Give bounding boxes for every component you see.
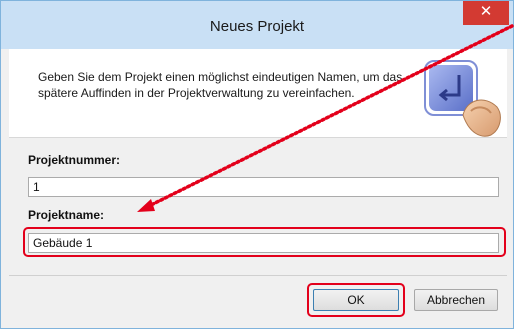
project-name-highlight xyxy=(23,227,506,257)
close-icon: ✕ xyxy=(479,3,493,20)
project-name-label: Projektname: xyxy=(28,208,105,222)
close-button[interactable]: ✕ xyxy=(463,1,509,25)
cancel-button[interactable]: Abbrechen xyxy=(414,289,498,311)
dialog-title: Neues Projekt xyxy=(209,18,305,35)
dialog-description: Geben Sie dem Projekt einen möglichst ei… xyxy=(38,70,403,100)
project-number-label: Projektnummer: xyxy=(28,153,121,167)
ok-button-highlight xyxy=(307,283,405,317)
project-number-field[interactable]: 1 xyxy=(28,177,499,197)
title-bar[interactable]: Neues Projekt ✕ xyxy=(1,1,513,49)
footer-separator xyxy=(9,275,507,276)
new-project-dialog: Neues Projekt ✕ Geben Sie dem Projekt ei… xyxy=(0,0,514,329)
enter-key-icon xyxy=(424,60,501,137)
header-panel: Geben Sie dem Projekt einen möglichst ei… xyxy=(9,49,507,138)
